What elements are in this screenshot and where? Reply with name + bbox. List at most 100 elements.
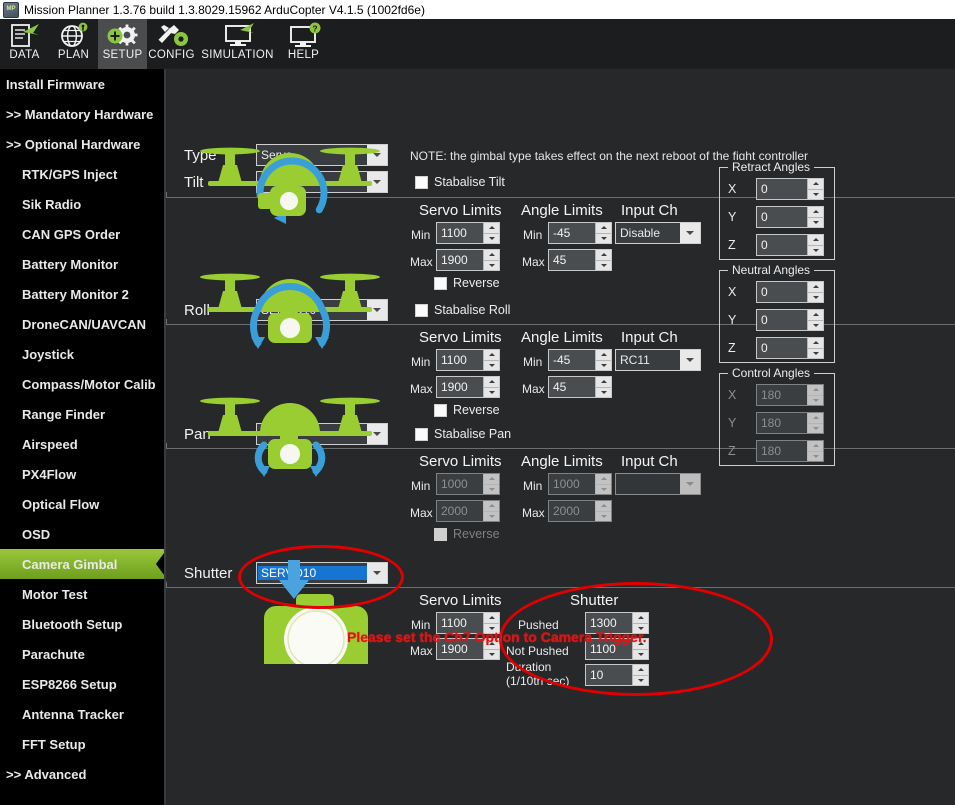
tilt-angle-min-spinner[interactable]: -45 (548, 222, 612, 244)
spinner-down-icon[interactable] (595, 361, 611, 371)
spinner-up-icon[interactable] (483, 613, 499, 624)
spinner-up-icon[interactable] (483, 250, 499, 261)
spinner-down-icon[interactable] (632, 676, 648, 686)
spinner-buttons[interactable] (807, 310, 823, 330)
sidebar-item-dronecan-uavcan[interactable]: DroneCAN/UAVCAN (0, 309, 166, 339)
angle-value-spinner[interactable]: 0 (756, 178, 824, 200)
toolbar-item-config[interactable]: CONFIG (147, 19, 196, 69)
chevron-down-icon[interactable] (680, 350, 700, 370)
spinner-down-icon[interactable] (595, 388, 611, 398)
spinner-up-icon[interactable] (807, 179, 823, 190)
tilt-servo-max-spinner[interactable]: 1900 (436, 249, 500, 271)
spinner-down-icon[interactable] (807, 321, 823, 331)
spinner-down-icon[interactable] (483, 234, 499, 244)
sidebar-item-osd[interactable]: OSD (0, 519, 166, 549)
spinner-buttons[interactable] (595, 350, 611, 370)
spinner-down-icon[interactable] (483, 388, 499, 398)
spinner-up-icon[interactable] (595, 250, 611, 261)
spinner-down-icon[interactable] (807, 293, 823, 303)
spinner-up-icon[interactable] (632, 665, 648, 676)
spinner-buttons[interactable] (632, 665, 648, 685)
sidebar-item-range-finder[interactable]: Range Finder (0, 399, 166, 429)
spinner-buttons[interactable] (807, 179, 823, 199)
spinner-buttons[interactable] (483, 350, 499, 370)
tilt-input-ch-combobox[interactable]: Disable (615, 222, 701, 244)
sidebar-item-optional-hardware[interactable]: >> Optional Hardware (0, 129, 166, 159)
sidebar-item-compass-motor-calib[interactable]: Compass/Motor Calib (0, 369, 166, 399)
sidebar-item-motor-test[interactable]: Motor Test (0, 579, 166, 609)
spinner-down-icon[interactable] (807, 246, 823, 256)
spinner-down-icon[interactable] (483, 361, 499, 371)
sidebar-item-esp8266-setup[interactable]: ESP8266 Setup (0, 669, 166, 699)
toolbar-item-help[interactable]: ? HELP (279, 19, 328, 69)
shutter-duration-spinner[interactable]: 10 (585, 664, 649, 686)
checkbox-box[interactable] (415, 428, 428, 441)
spinner-up-icon[interactable] (595, 350, 611, 361)
spinner-down-icon[interactable] (807, 190, 823, 200)
spinner-buttons[interactable] (807, 282, 823, 302)
chevron-down-icon[interactable] (680, 223, 700, 243)
stabalise-pan-checkbox[interactable]: Stabalise Pan (415, 427, 511, 441)
spinner-buttons[interactable] (595, 377, 611, 397)
spinner-up-icon[interactable] (807, 235, 823, 246)
spinner-down-icon[interactable] (483, 261, 499, 271)
spinner-up-icon[interactable] (807, 310, 823, 321)
spinner-up-icon[interactable] (807, 338, 823, 349)
sidebar-item-can-gps-order[interactable]: CAN GPS Order (0, 219, 166, 249)
spinner-buttons[interactable] (807, 235, 823, 255)
sidebar-item-optical-flow[interactable]: Optical Flow (0, 489, 166, 519)
spinner-buttons[interactable] (483, 223, 499, 243)
sidebar-item-bluetooth-setup[interactable]: Bluetooth Setup (0, 609, 166, 639)
roll-input-ch-combobox[interactable]: RC11 (615, 349, 701, 371)
sidebar-item-camera-gimbal[interactable]: Camera Gimbal (0, 549, 166, 579)
roll-angle-min-spinner[interactable]: -45 (548, 349, 612, 371)
angle-value-spinner[interactable]: 0 (756, 337, 824, 359)
tilt-reverse-checkbox[interactable]: Reverse (434, 276, 500, 290)
angle-value-spinner[interactable]: 0 (756, 281, 824, 303)
toolbar-item-data[interactable]: DATA (0, 19, 49, 69)
angle-value-spinner[interactable]: 0 (756, 309, 824, 331)
sidebar-item-antenna-tracker[interactable]: Antenna Tracker (0, 699, 166, 729)
spinner-up-icon[interactable] (483, 223, 499, 234)
roll-servo-max-spinner[interactable]: 1900 (436, 376, 500, 398)
spinner-buttons[interactable] (595, 250, 611, 270)
sidebar-item-px4flow[interactable]: PX4Flow (0, 459, 166, 489)
stabalise-tilt-checkbox[interactable]: Stabalise Tilt (415, 175, 505, 189)
spinner-down-icon[interactable] (632, 650, 648, 660)
checkbox-box[interactable] (434, 404, 447, 417)
sidebar-item-joystick[interactable]: Joystick (0, 339, 166, 369)
stabalise-roll-checkbox[interactable]: Stabalise Roll (415, 303, 510, 317)
sidebar-item-parachute[interactable]: Parachute (0, 639, 166, 669)
toolbar-item-setup[interactable]: SETUP (98, 19, 147, 69)
spinner-up-icon[interactable] (483, 377, 499, 388)
sidebar-item-install-firmware[interactable]: Install Firmware (0, 69, 166, 99)
roll-reverse-checkbox[interactable]: Reverse (434, 403, 500, 417)
spinner-down-icon[interactable] (807, 218, 823, 228)
sidebar-item-fft-setup[interactable]: FFT Setup (0, 729, 166, 759)
spinner-buttons[interactable] (483, 250, 499, 270)
spinner-down-icon[interactable] (595, 234, 611, 244)
spinner-buttons[interactable] (595, 223, 611, 243)
sidebar-item-battery-monitor[interactable]: Battery Monitor (0, 249, 166, 279)
spinner-up-icon[interactable] (807, 282, 823, 293)
spinner-up-icon[interactable] (483, 350, 499, 361)
sidebar-item-advanced[interactable]: >> Advanced (0, 759, 166, 789)
roll-servo-min-spinner[interactable]: 1100 (436, 349, 500, 371)
spinner-up-icon[interactable] (595, 377, 611, 388)
angle-value-spinner[interactable]: 0 (756, 206, 824, 228)
spinner-down-icon[interactable] (807, 349, 823, 359)
checkbox-box[interactable] (434, 277, 447, 290)
sidebar-item-airspeed[interactable]: Airspeed (0, 429, 166, 459)
spinner-up-icon[interactable] (632, 613, 648, 624)
spinner-buttons[interactable] (807, 338, 823, 358)
angle-value-spinner[interactable]: 0 (756, 234, 824, 256)
spinner-buttons[interactable] (807, 207, 823, 227)
sidebar-item-rtk-gps-inject[interactable]: RTK/GPS Inject (0, 159, 166, 189)
sidebar-item-mandatory-hardware[interactable]: >> Mandatory Hardware (0, 99, 166, 129)
roll-angle-max-spinner[interactable]: 45 (548, 376, 612, 398)
toolbar-item-simulation[interactable]: SIMULATION (196, 19, 279, 69)
spinner-up-icon[interactable] (807, 207, 823, 218)
checkbox-box[interactable] (415, 176, 428, 189)
toolbar-item-plan[interactable]: PLAN (49, 19, 98, 69)
tilt-angle-max-spinner[interactable]: 45 (548, 249, 612, 271)
